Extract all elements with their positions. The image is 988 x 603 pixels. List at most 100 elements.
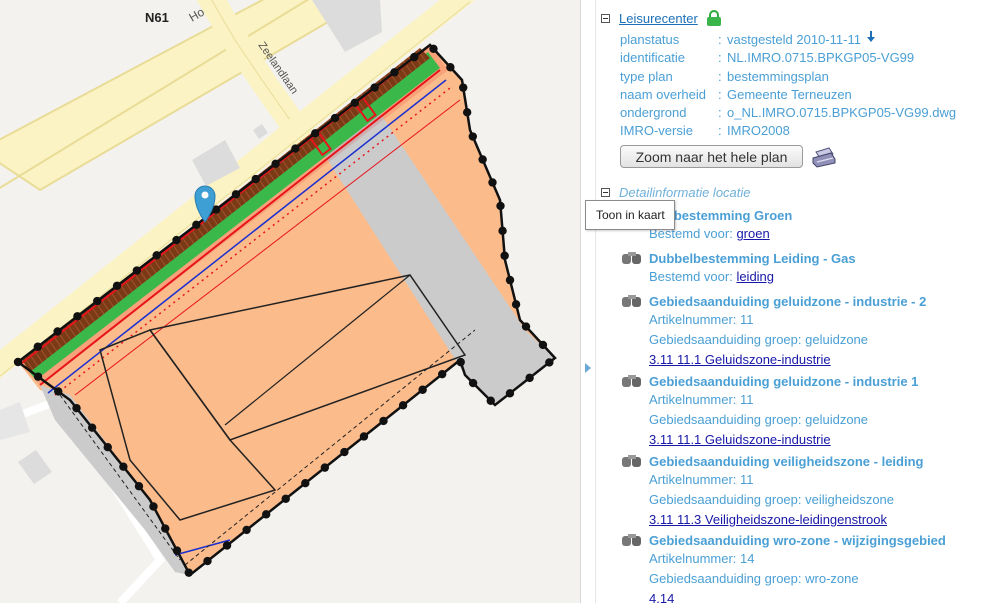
entry-title: elbestemming Groen [663,207,793,223]
entry-title: Gebiedsaanduiding veiligheidszone - leid… [649,453,924,469]
boundary-vertex [149,502,158,511]
boundary-vertex [340,447,349,457]
boundary-vertex [459,83,468,92]
boundary-vertex [320,463,330,472]
boundary-vertex [54,387,63,396]
boundary-vertex [538,340,548,350]
meta-separator: : [718,50,722,66]
meta-value: IMRO2008 [727,123,790,139]
show-on-map-icon[interactable] [621,454,643,468]
collapse-plan-icon[interactable] [601,13,610,23]
boundary-vertex [184,568,193,577]
print-icon[interactable] [811,146,837,168]
detail-entry: Dubbelbestemming Leiding - Gas Bestemd vo… [621,249,988,287]
entry-line: Artikelnummer: 11 [649,470,988,490]
entry-title: Gebiedsaanduiding geluidzone - industrie… [649,293,927,309]
boundary-vertex [446,63,455,72]
entry-value: 11 [740,312,754,327]
show-on-map-icon[interactable] [621,374,643,388]
boundary-vertex [112,281,122,290]
meta-row: identificatie: NL.IMRO.0715.BPKGP05-VG99 [620,49,956,67]
boundary-vertex [330,113,340,123]
plan-name-link[interactable]: Leisurecenter [619,11,698,26]
entry-label: Gebiedsaanduiding groep: [649,571,806,586]
boundary-vertex [390,68,399,77]
tooltip: Toon in kaart [585,200,675,230]
download-icon[interactable] [866,31,876,42]
meta-row: planstatus: vastgesteld 2010-11-11 [620,31,956,49]
panel-splitter[interactable] [580,0,596,603]
boundary-vertex [511,300,521,309]
show-on-map-icon[interactable] [621,251,643,265]
map-canvas[interactable]: N61 Ho Zeelandlaan [0,0,580,603]
detail-entry: Gebiedsaanduiding veiligheidszone - leid… [621,452,988,530]
boundary-vertex [33,372,43,381]
entry-line: Gebiedsaanduiding groep: veiligheidszone [649,490,988,510]
zoom-to-plan-button[interactable]: Zoom naar het hele plan [620,145,803,168]
boundary-vertex [242,525,251,535]
boundary-vertex [172,546,182,555]
entry-label: Gebiedsaanduiding groep: [649,332,806,347]
boundary-vertex [521,322,531,331]
boundary-vertex [172,235,181,245]
meta-key: planstatus [620,32,680,47]
meta-separator: : [718,32,722,47]
road-label-n61: N61 [145,10,169,25]
boundary-vertex [251,174,260,184]
entry-line: Gebiedsaanduiding groep: geluidzone [649,410,988,430]
boundary-vertex [134,482,144,491]
entry-title: Gebiedsaanduiding geluidzone - industrie… [649,373,919,389]
boundary-vertex [429,44,438,54]
boundary-vertex [370,83,379,92]
entry-title-row: Gebiedsaanduiding wro-zone - wijzigingsg… [621,531,988,549]
entry-label: Artikelnummer: [649,551,741,566]
meta-value: o_NL.IMRO.0715.BPKGP05-VG99.dwg [727,105,957,121]
boundary-vertex [350,98,360,108]
entry-value-link[interactable]: leiding [736,269,774,284]
entry-label: Gebiedsaanduiding groep: [649,412,806,427]
entry-label: Bestemd voor: [649,269,737,284]
expand-arrow-icon[interactable] [585,363,591,373]
regulation-link[interactable]: 4.14 [649,589,988,603]
regulation-link[interactable]: 3.11 11.1 Geluidszone-industrie [649,430,988,450]
boundary-vertex [152,251,161,260]
meta-value: vastgesteld 2010-11-11 [727,32,861,47]
boundary-vertex [291,144,300,153]
boundary-vertex [500,251,509,260]
plan-map[interactable]: N61 Ho Zeelandlaan [0,0,580,603]
regulation-link[interactable]: 3.11 11.1 Geluidszone-industrie [649,350,988,370]
entry-value-link[interactable]: groen [736,226,769,241]
detail-entry: Gebiedsaanduiding geluidzone - industrie… [621,292,988,370]
boundary-vertex [13,357,23,367]
boundary-vertex [231,190,241,199]
boundary-vertex [72,403,81,413]
entry-value: 14 [740,551,755,566]
meta-value: Gemeente Terneuzen [727,86,852,102]
show-on-map-icon[interactable] [621,533,643,547]
boundary-vertex [311,129,320,138]
meta-row: type plan: bestemmingsplan [620,68,956,86]
regulation-link[interactable]: 3.11 11.3 Veiligheidszone-leidingenstroo… [649,510,988,530]
entry-value: wro-zone [805,571,859,586]
entry-line: Gebiedsaanduiding groep: geluidzone [649,330,988,350]
boundary-vertex [87,423,97,432]
boundary-vertex [222,541,232,550]
meta-key: ondergrond [620,105,687,121]
boundary-vertex [301,478,310,488]
entry-title-row: Dubbelbestemming Leiding - Gas [621,249,988,267]
entry-line: Artikelnummer: 14 [649,549,988,569]
collapse-detail-icon[interactable] [601,188,610,197]
entry-line: Bestemd voor: leiding [649,267,988,287]
entry-title-row: Gebiedsaanduiding geluidzone - industrie… [621,292,988,310]
boundary-vertex [478,155,487,164]
entry-title-row: Gebiedsaanduiding geluidzone - industrie… [621,372,988,390]
meta-key: type plan [620,68,673,84]
entry-line: Artikelnummer: 11 [649,390,988,410]
entry-line: Gebiedsaanduiding groep: wro-zone [649,569,988,589]
boundary-vertex [486,396,495,405]
boundary-vertex [93,296,102,306]
show-on-map-icon[interactable] [621,294,643,308]
boundary-vertex [488,178,497,187]
boundary-vertex [281,494,290,503]
boundary-vertex [203,556,212,566]
